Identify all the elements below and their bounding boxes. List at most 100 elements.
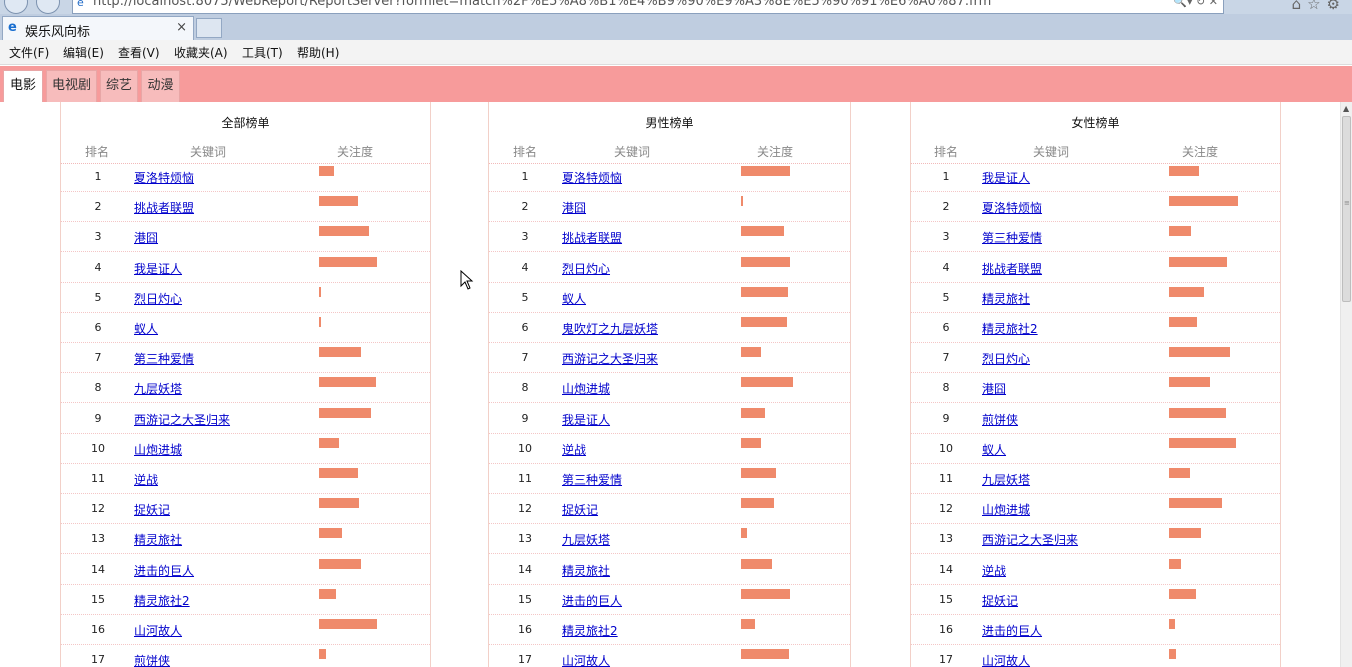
- keyword-link[interactable]: 港囧: [134, 229, 158, 246]
- tab-tv-series[interactable]: 电视剧: [46, 70, 97, 102]
- menu-bar: 文件(F) 编辑(E) 查看(V) 收藏夹(A) 工具(T) 帮助(H): [0, 40, 1352, 65]
- new-tab-button[interactable]: [196, 18, 222, 38]
- tab-movie[interactable]: 电影: [3, 70, 43, 102]
- panel-title: 全部榜单: [221, 116, 270, 130]
- keyword-link[interactable]: 西游记之大圣归来: [134, 411, 230, 428]
- attention-bar: [319, 407, 371, 418]
- keyword-link[interactable]: 港囧: [562, 199, 586, 216]
- rank-number: 12: [939, 502, 953, 516]
- keyword-link[interactable]: 九层妖塔: [134, 380, 182, 397]
- keyword-link[interactable]: 蚁人: [134, 320, 158, 337]
- keyword-link[interactable]: 捉妖记: [134, 501, 170, 518]
- keyword-link[interactable]: 九层妖塔: [982, 471, 1030, 488]
- keyword-link[interactable]: 夏洛特烦恼: [134, 169, 194, 186]
- keyword-link[interactable]: 精灵旅社: [562, 562, 610, 579]
- keyword-link[interactable]: 第三种爱情: [134, 350, 194, 367]
- table-row: 9 煎饼侠: [911, 404, 1280, 434]
- keyword-link[interactable]: 逆战: [982, 562, 1006, 579]
- keyword-link[interactable]: 西游记之大圣归来: [982, 531, 1078, 548]
- keyword-link[interactable]: 进击的巨人: [982, 622, 1042, 639]
- keyword-link[interactable]: 第三种爱情: [562, 471, 622, 488]
- table-row: 10 蚁人: [911, 434, 1280, 464]
- keyword-link[interactable]: 逆战: [134, 471, 158, 488]
- menu-file[interactable]: 文件(F): [9, 44, 49, 61]
- keyword-link[interactable]: 我是证人: [982, 169, 1030, 186]
- rank-number: 10: [91, 441, 105, 455]
- keyword-link[interactable]: 我是证人: [562, 411, 610, 428]
- menu-edit[interactable]: 编辑(E): [63, 44, 104, 61]
- table-row: 7 烈日灼心: [911, 343, 1280, 374]
- keyword-link[interactable]: 煎饼侠: [134, 652, 170, 667]
- navigation-buttons: [0, 0, 70, 14]
- keyword-link[interactable]: 蚁人: [562, 290, 586, 307]
- keyword-link[interactable]: 西游记之大圣归来: [562, 350, 658, 367]
- header-keyword: 关键词: [190, 145, 227, 159]
- keyword-link[interactable]: 进击的巨人: [134, 562, 194, 579]
- keyword-link[interactable]: 烈日灼心: [134, 290, 182, 307]
- settings-icon[interactable]: ⚙: [1327, 0, 1346, 13]
- keyword-link[interactable]: 蚁人: [982, 441, 1006, 458]
- keyword-link[interactable]: 山河故人: [562, 652, 610, 667]
- attention-bar: [741, 498, 774, 509]
- keyword-link[interactable]: 山河故人: [982, 652, 1030, 667]
- keyword-link[interactable]: 精灵旅社2: [982, 320, 1038, 337]
- keyword-link[interactable]: 精灵旅社: [982, 290, 1030, 307]
- favorites-icon[interactable]: ☆: [1307, 0, 1326, 13]
- attention-bar: [319, 226, 369, 237]
- keyword-link[interactable]: 烈日灼心: [562, 260, 610, 277]
- table-row: 12 山炮进城: [911, 494, 1280, 525]
- forward-button[interactable]: [36, 0, 60, 14]
- tab-anime[interactable]: 动漫: [141, 70, 180, 102]
- keyword-link[interactable]: 山炮进城: [562, 380, 610, 397]
- menu-view[interactable]: 查看(V): [118, 44, 160, 61]
- rank-number: 8: [521, 381, 529, 395]
- keyword-link[interactable]: 第三种爱情: [982, 229, 1042, 246]
- table-row: 15 精灵旅社2: [61, 585, 430, 615]
- keyword-link[interactable]: 精灵旅社2: [134, 592, 190, 609]
- keyword-link[interactable]: 山炮进城: [982, 501, 1030, 518]
- close-tab-icon[interactable]: ×: [176, 20, 187, 35]
- table-row: 8 山炮进城: [489, 373, 850, 404]
- vertical-scrollbar[interactable]: ▲ ≡: [1340, 102, 1352, 667]
- keyword-link[interactable]: 挑战者联盟: [134, 199, 194, 216]
- ie-page-icon: e: [77, 0, 84, 9]
- attention-bar: [741, 468, 776, 478]
- keyword-link[interactable]: 九层妖塔: [562, 531, 610, 548]
- keyword-link[interactable]: 捉妖记: [982, 592, 1018, 609]
- address-input[interactable]: e http://localhost:8075/WebReport/Report…: [72, 0, 1224, 14]
- keyword-link[interactable]: 我是证人: [134, 260, 182, 277]
- menu-favorites[interactable]: 收藏夹(A): [174, 44, 228, 61]
- keyword-link[interactable]: 进击的巨人: [562, 592, 622, 609]
- attention-bar: [741, 407, 765, 418]
- keyword-link[interactable]: 精灵旅社: [134, 531, 182, 548]
- keyword-link[interactable]: 山河故人: [134, 622, 182, 639]
- browser-tab[interactable]: e 娱乐风向标 ×: [2, 16, 194, 40]
- table-row: 4 挑战者联盟: [911, 253, 1280, 283]
- back-button[interactable]: [4, 0, 28, 14]
- keyword-link[interactable]: 捉妖记: [562, 501, 598, 518]
- keyword-link[interactable]: 港囧: [982, 380, 1006, 397]
- tab-variety[interactable]: 综艺: [100, 70, 138, 102]
- keyword-link[interactable]: 挑战者联盟: [982, 260, 1042, 277]
- keyword-link[interactable]: 烈日灼心: [982, 350, 1030, 367]
- keyword-link[interactable]: 夏洛特烦恼: [562, 169, 622, 186]
- table-row: 5 精灵旅社: [911, 283, 1280, 313]
- attention-bar: [319, 588, 336, 599]
- keyword-link[interactable]: 煎饼侠: [982, 411, 1018, 428]
- home-icon[interactable]: ⌂: [1292, 0, 1308, 13]
- keyword-link[interactable]: 精灵旅社2: [562, 622, 618, 639]
- rank-number: 6: [942, 321, 950, 334]
- keyword-link[interactable]: 山炮进城: [134, 441, 182, 458]
- keyword-link[interactable]: 逆战: [562, 441, 586, 458]
- scroll-up-arrow-icon[interactable]: ▲: [1343, 104, 1349, 113]
- table-row: 15 捉妖记: [911, 585, 1280, 615]
- keyword-link[interactable]: 夏洛特烦恼: [982, 199, 1042, 216]
- keyword-link[interactable]: 鬼吹灯之九层妖塔: [562, 320, 658, 337]
- table-row: 14 进击的巨人: [61, 555, 430, 585]
- refresh-icon[interactable]: 🔍▾ ↻ ✕: [1173, 0, 1218, 8]
- menu-help[interactable]: 帮助(H): [297, 44, 339, 61]
- rank-number: 6: [94, 321, 102, 334]
- scroll-thumb[interactable]: ≡: [1342, 116, 1351, 302]
- menu-tools[interactable]: 工具(T): [242, 44, 283, 61]
- keyword-link[interactable]: 挑战者联盟: [562, 229, 622, 246]
